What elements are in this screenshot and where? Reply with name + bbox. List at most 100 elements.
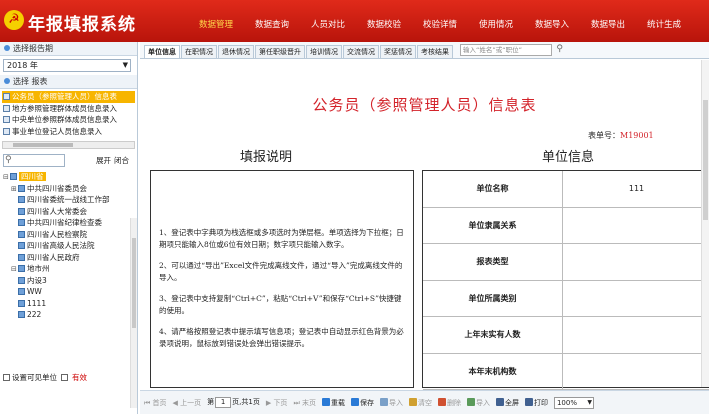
tree-node[interactable]: WW xyxy=(3,286,134,298)
action-label: 重载 xyxy=(330,398,345,407)
next-page-button[interactable]: ▶ 下页 xyxy=(266,398,288,408)
form-area: 公务员（参照管理人员）信息表 表单号：M19001 填报说明 单位信息 1、登记… xyxy=(140,60,709,390)
tab[interactable]: 第任职级晋升 xyxy=(255,45,305,58)
field-value[interactable]: 111 xyxy=(564,171,709,207)
tab[interactable]: 培训情况 xyxy=(306,45,342,58)
scrollbar-thumb[interactable] xyxy=(132,238,136,328)
search-input[interactable]: 输入“姓名”或“职位” ⚲ xyxy=(460,44,563,56)
visible-units-setting[interactable]: 设置可见单位 有效 xyxy=(3,372,87,383)
action-button[interactable]: 清空 xyxy=(408,397,432,407)
field-value[interactable] xyxy=(564,208,709,244)
expand-button[interactable]: 展开 xyxy=(96,155,111,166)
action-button[interactable]: 导入 xyxy=(379,397,403,407)
action-label: 保存 xyxy=(359,398,374,407)
action-label: 导入 xyxy=(475,398,490,407)
table-list-item[interactable]: 事业单位登记人员信息录入 xyxy=(2,126,135,138)
action-icon xyxy=(379,397,388,406)
field-value[interactable] xyxy=(564,281,709,317)
instruction-paragraph: 3、登记表中支持复制“Ctrl+C”，粘贴“Ctrl+V”和保存“Ctrl+S”… xyxy=(159,294,402,315)
nav-item[interactable]: 使用情况 xyxy=(470,18,522,30)
tree-node[interactable]: 四川省人大常委会 xyxy=(3,206,134,218)
tree-node[interactable]: ⊟ 地市州 xyxy=(3,263,134,275)
action-icon xyxy=(495,397,504,406)
instruction-paragraph: 2、可以通过“导出”Excel文件完成离线文件，通过“导入”完成离线文件的导入。 xyxy=(159,261,403,282)
org-icon xyxy=(18,184,25,192)
action-button[interactable]: 导入 xyxy=(466,397,490,407)
field-value[interactable] xyxy=(564,354,709,390)
form-vertical-scrollbar[interactable] xyxy=(701,60,709,387)
tree-node[interactable]: 四川省委统一战线工作部 xyxy=(3,194,134,206)
nav-item[interactable]: 人员对比 xyxy=(302,18,354,30)
action-button[interactable]: 打印 xyxy=(524,397,548,407)
action-button[interactable]: 重载 xyxy=(321,397,345,407)
unit-info-row: 单位隶属关系 xyxy=(423,207,709,244)
tree-node[interactable]: 中共四川省纪律检查委 xyxy=(3,217,134,229)
tree-node[interactable]: 四川省人民政府 xyxy=(3,252,134,264)
checkbox-icon xyxy=(3,374,10,381)
table-list-item[interactable]: 地方参照管理群体成员信息录入 xyxy=(2,103,135,115)
tree-node[interactable]: 内设3 xyxy=(3,275,134,287)
tree-node[interactable]: ⊟ 四川省 xyxy=(3,171,134,183)
tab[interactable]: 单位信息 xyxy=(144,45,180,58)
action-button[interactable]: 保存 xyxy=(350,397,374,407)
valid-checkbox-icon[interactable] xyxy=(61,374,68,381)
page-number-input[interactable]: 1 xyxy=(215,397,232,408)
tree-node-label: 222 xyxy=(27,310,42,319)
table-number-value: M19001 xyxy=(620,131,654,140)
scrollbar-thumb[interactable] xyxy=(703,100,708,220)
first-page-button[interactable]: ⏮ 首页 xyxy=(144,398,167,408)
nav-item[interactable]: 数据查询 xyxy=(246,18,298,30)
search-icon[interactable]: ⚲ xyxy=(556,44,563,54)
scrollbar-thumb[interactable] xyxy=(13,143,73,147)
field-label: 报表类型 xyxy=(423,244,563,280)
nav-item[interactable]: 数据导出 xyxy=(582,18,634,30)
table-number: 表单号：M19001 xyxy=(588,130,654,141)
tree-node-label: WW xyxy=(27,287,42,296)
nav-item[interactable]: 数据导入 xyxy=(526,18,578,30)
tab[interactable]: 考核结果 xyxy=(417,45,453,58)
form-title: 公务员（参照管理人员）信息表 xyxy=(312,96,537,114)
field-label: 本年末机构数 xyxy=(423,353,563,389)
nav-item[interactable]: 统计生成 xyxy=(638,18,690,30)
tree-node[interactable]: 四川省高级人民法院 xyxy=(3,240,134,252)
action-label: 打印 xyxy=(533,398,548,407)
tab[interactable]: 退休情况 xyxy=(218,45,254,58)
field-label: 单位所属类别 xyxy=(423,280,563,316)
page-indicator: 第 1 页,共1页 xyxy=(207,397,260,408)
tree-search-input[interactable]: ⚲ xyxy=(3,154,65,167)
tree-node[interactable]: 1111 xyxy=(3,298,134,310)
org-icon xyxy=(18,219,25,226)
tree-node-label: 四川省委统一战线工作部 xyxy=(27,195,110,204)
tab[interactable]: 交流情况 xyxy=(343,45,379,58)
org-icon xyxy=(18,196,25,203)
field-value[interactable] xyxy=(564,244,709,280)
horizontal-scrollbar[interactable] xyxy=(2,141,135,149)
unit-info-heading: 单位信息 xyxy=(542,150,595,165)
nav-item[interactable]: 数据管理 xyxy=(190,18,242,30)
tree-toggle-icon[interactable]: ⊟ xyxy=(3,172,10,184)
tree-node[interactable]: 222 xyxy=(3,309,134,321)
year-select[interactable]: 2018 年 ▼ xyxy=(3,59,131,72)
tree-toggle-icon[interactable]: ⊟ xyxy=(11,264,18,276)
table-list-item[interactable]: 中央单位参照群体成员信息录入 xyxy=(2,114,135,126)
zoom-select[interactable]: 100% ▼ xyxy=(553,396,594,409)
nav-item[interactable]: 校验详情 xyxy=(414,18,466,30)
org-icon xyxy=(18,265,25,272)
field-label: 单位隶属关系 xyxy=(423,207,563,243)
action-button[interactable]: 全屏 xyxy=(495,397,519,407)
table-list-item[interactable]: 公务员（参照管理人员）信息表 xyxy=(2,91,135,103)
section-dot-icon xyxy=(4,45,10,51)
field-value[interactable] xyxy=(564,317,709,353)
last-page-button[interactable]: ⏭ 末页 xyxy=(293,398,316,408)
nav-item[interactable]: 数据校验 xyxy=(358,18,410,30)
action-label: 删除 xyxy=(446,398,461,407)
sidebar-vertical-scrollbar[interactable] xyxy=(130,218,137,408)
collapse-button[interactable]: 闭合 xyxy=(114,155,129,166)
tree-node[interactable]: 四川省人民检察院 xyxy=(3,229,134,241)
action-button[interactable]: 删除 xyxy=(437,397,461,407)
tree-node[interactable]: ⊞ 中共四川省委员会 xyxy=(3,183,134,195)
party-emblem-icon: ☭ xyxy=(4,10,24,30)
tab[interactable]: 奖惩情况 xyxy=(380,45,416,58)
tab[interactable]: 在职情况 xyxy=(181,45,217,58)
prev-page-button[interactable]: ◀ 上一页 xyxy=(173,398,202,408)
